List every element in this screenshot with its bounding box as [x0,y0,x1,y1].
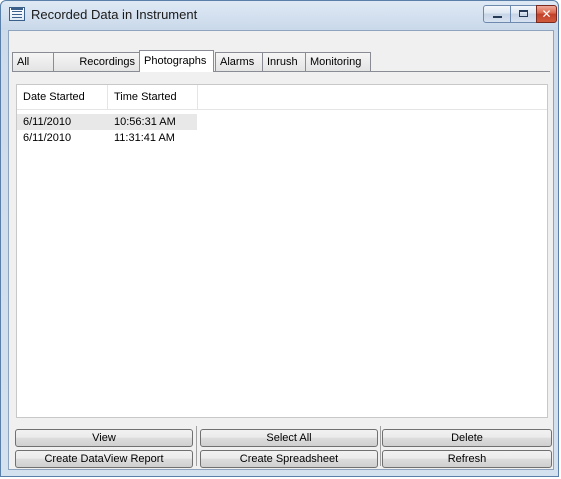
create-spreadsheet-button[interactable]: Create Spreadsheet [200,450,378,468]
select-all-button[interactable]: Select All [200,429,378,447]
delete-button[interactable]: Delete [382,429,552,447]
button-divider [196,426,197,466]
window-title: Recorded Data in Instrument [31,7,198,22]
close-icon: ✕ [541,7,552,21]
tab-recordings[interactable]: Recordings [53,52,140,71]
list-header: Date Started Time Started [17,85,547,110]
table-row[interactable]: 6/11/2010 11:31:41 AM [17,130,197,146]
cell-date: 6/11/2010 [23,116,72,128]
cell-time: 10:56:31 AM [114,116,176,128]
button-divider [380,426,381,466]
recordings-list[interactable]: Date Started Time Started 6/11/2010 10:5… [16,84,548,418]
close-button[interactable]: ✕ [536,5,557,23]
window-list-icon [9,7,25,21]
tab-inrush[interactable]: Inrush [262,52,306,71]
table-row[interactable]: 6/11/2010 10:56:31 AM [17,114,197,130]
action-buttons: View Select All Delete Create DataView R… [9,420,553,468]
tab-panel-border [12,71,550,72]
tab-photographs[interactable]: Photographs [139,50,214,72]
cell-date: 6/11/2010 [23,132,72,144]
refresh-button[interactable]: Refresh [382,450,552,468]
tab-alarms[interactable]: Alarms [215,52,263,71]
column-header-date-started[interactable]: Date Started [17,85,108,109]
title-bar[interactable]: Recorded Data in Instrument ✕ [1,1,558,31]
tab-monitoring[interactable]: Monitoring [305,52,371,71]
tab-all[interactable]: All [12,52,54,71]
column-header-time-started[interactable]: Time Started [108,85,198,109]
cell-time: 11:31:41 AM [114,132,175,144]
maximize-button[interactable] [510,5,537,23]
recorded-data-window: Recorded Data in Instrument ✕ All Record… [0,0,559,477]
minimize-button[interactable] [483,5,511,23]
minimize-icon [493,16,502,18]
view-button[interactable]: View [15,429,193,447]
client-area: All Recordings Photographs Alarms Inrush… [8,30,554,470]
create-dataview-report-button[interactable]: Create DataView Report [15,450,193,468]
maximize-icon [519,10,528,17]
